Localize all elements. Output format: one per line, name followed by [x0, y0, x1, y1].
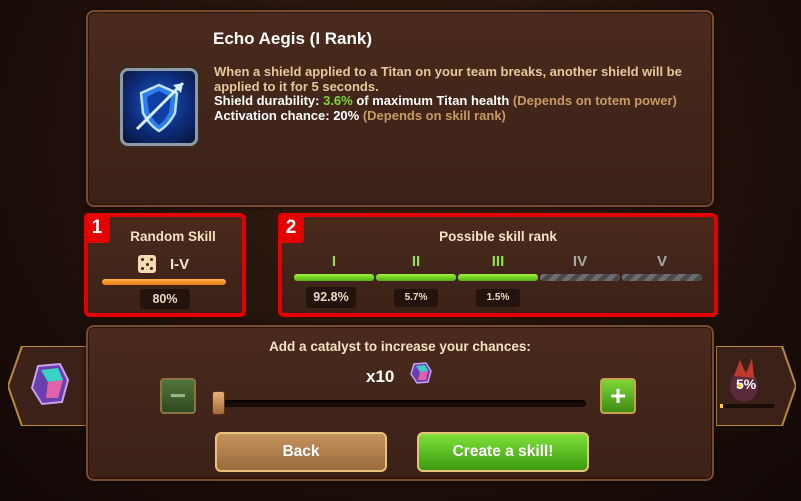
rank-bar-iii	[458, 274, 538, 281]
rank-bar-i	[294, 274, 374, 281]
rank-chance-iii: 1.5%	[476, 289, 520, 307]
possible-rank-title: Possible skill rank	[439, 229, 557, 244]
back-button[interactable]: Back	[215, 432, 387, 472]
rank-label-ii: II	[411, 253, 421, 270]
skill-description: When a shield applied to a Titan on your…	[214, 64, 684, 124]
durability-line: Shield durability: 3.6% of maximum Titan…	[214, 93, 684, 109]
rank-chance-i: 92.8%	[306, 287, 356, 308]
shield-arrow-icon	[135, 81, 185, 133]
activation-line: Activation chance: 20% (Depends on skill…	[214, 107, 684, 124]
possible-rank-box: 2 Possible skill rank I II III IV V 92.8…	[278, 213, 718, 317]
left-catalyst-holder[interactable]	[6, 345, 89, 427]
rank-bar-v	[622, 274, 702, 281]
skill-title: Echo Aegis (I Rank)	[213, 29, 373, 48]
durability-suffix: of maximum Titan health	[356, 93, 510, 108]
catalyst-gem-icon	[30, 362, 70, 406]
random-chance-bar	[102, 279, 226, 285]
rank-label-v: V	[656, 253, 667, 270]
rank-chance-ii: 5.7%	[394, 289, 438, 307]
rank-column-v: V	[622, 253, 702, 281]
catalyst-panel: Add a catalyst to increase your chances:…	[86, 325, 714, 481]
activation-note: (Depends on skill rank)	[362, 107, 506, 123]
rank-bar-ii	[376, 274, 456, 281]
catalyst-title: Add a catalyst to increase your chances:	[269, 339, 531, 354]
rank-label-i: I	[331, 253, 337, 270]
create-skill-button[interactable]: Create a skill!	[417, 432, 589, 472]
dice-icon	[138, 255, 156, 273]
decrease-catalyst-button[interactable]: −	[160, 378, 196, 414]
activation-label: Activation chance: 20%	[214, 107, 360, 123]
right-item-holder[interactable]: 5%	[715, 345, 798, 427]
durability-value: 3.6%	[323, 93, 353, 108]
catalyst-slider-track[interactable]	[216, 400, 586, 407]
rank-label-iv: IV	[572, 253, 588, 270]
rank-column-i: I	[294, 253, 374, 281]
plus-icon: +	[609, 380, 627, 411]
random-skill-title: Random Skill	[130, 229, 216, 244]
skill-icon-frame	[120, 68, 198, 146]
catalyst-small-icon	[410, 362, 432, 384]
catalyst-multiplier: x10	[366, 367, 395, 386]
rank-bar-iv	[540, 274, 620, 281]
durability-note: (Depends on totem power)	[512, 93, 677, 108]
increase-catalyst-button[interactable]: +	[600, 378, 636, 414]
minus-icon: −	[169, 380, 187, 411]
random-skill-box: 1 Random Skill I-V 80%	[84, 213, 246, 317]
rank-column-ii: II	[376, 253, 456, 281]
random-chance-value: 80%	[140, 289, 190, 309]
durability-label: Shield durability:	[214, 93, 320, 108]
rank-column-iv: IV	[540, 253, 620, 281]
rank-label-iii: III	[491, 253, 505, 270]
skill-effect-text: When a shield applied to a Titan on your…	[214, 64, 682, 94]
random-rank-range: I-V	[170, 256, 190, 273]
right-chance-label: 5%	[736, 376, 757, 392]
rank-column-iii: III	[458, 253, 538, 281]
catalyst-slider-handle[interactable]	[212, 391, 225, 415]
